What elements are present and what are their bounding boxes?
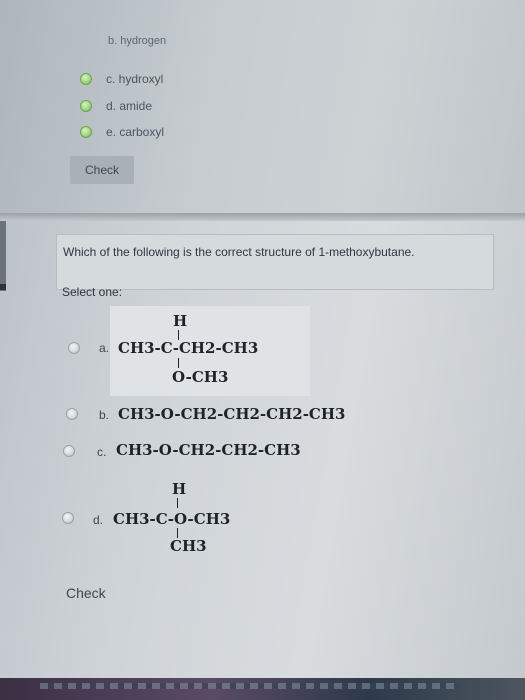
radio-d[interactable] — [80, 100, 92, 112]
left-edge — [0, 221, 6, 291]
left-marker — [0, 284, 6, 290]
taskbar — [0, 678, 525, 700]
answer-d-formula: CH3-C-O-CH3 — [113, 510, 231, 528]
answer-c[interactable] — [63, 445, 75, 457]
radio-c[interactable] — [80, 73, 92, 85]
answer-d-letter: d. — [93, 513, 104, 527]
check-button-top[interactable]: Check — [70, 156, 134, 184]
answer-b[interactable] — [66, 408, 78, 420]
select-one-label: Select one: — [62, 285, 123, 299]
answer-d[interactable] — [62, 512, 74, 524]
answer-c-formula: CH3-O-CH2-CH2-CH3 — [116, 441, 301, 459]
radio-c-answer[interactable] — [63, 445, 75, 457]
check-button-bottom[interactable]: Check — [66, 585, 106, 601]
panel-divider — [0, 213, 525, 221]
answer-c-letter: c. — [97, 445, 107, 459]
radio-b[interactable] — [66, 408, 78, 420]
option-e-carboxyl[interactable]: e. carboxyl — [80, 125, 164, 139]
option-d-label: d. amide — [106, 99, 153, 113]
answer-a[interactable] — [68, 342, 80, 354]
answer-d-top-atom: H — [172, 480, 187, 498]
answer-a-top-atom: H — [173, 312, 188, 330]
answer-a-bottom-group: O-CH3 — [172, 368, 229, 386]
option-e-label: e. carboxyl — [106, 125, 165, 139]
question-box: Which of the following is the correct st… — [56, 234, 494, 290]
answer-b-letter: b. — [99, 408, 110, 422]
option-b-partial: b. hydrogen — [108, 35, 167, 47]
answer-a-bottom-bond — [178, 358, 179, 368]
taskbar-icons — [40, 683, 460, 689]
radio-e[interactable] — [80, 126, 92, 138]
question-text: Which of the following is the correct st… — [63, 245, 415, 259]
option-d-amide[interactable]: d. amide — [80, 99, 152, 113]
radio-d-answer[interactable] — [62, 512, 74, 524]
answer-a-formula: CH3-C-CH2-CH3 — [118, 339, 259, 357]
option-c-hydroxyl[interactable]: c. hydroxyl — [80, 72, 163, 86]
answer-b-formula: CH3-O-CH2-CH2-CH2-CH3 — [118, 405, 346, 423]
answer-d-top-bond — [177, 498, 178, 508]
option-c-label: c. hydroxyl — [106, 72, 164, 86]
answer-d-bottom-group: CH3 — [170, 537, 207, 555]
radio-a[interactable] — [68, 342, 80, 354]
answer-a-letter: a. — [99, 341, 110, 355]
